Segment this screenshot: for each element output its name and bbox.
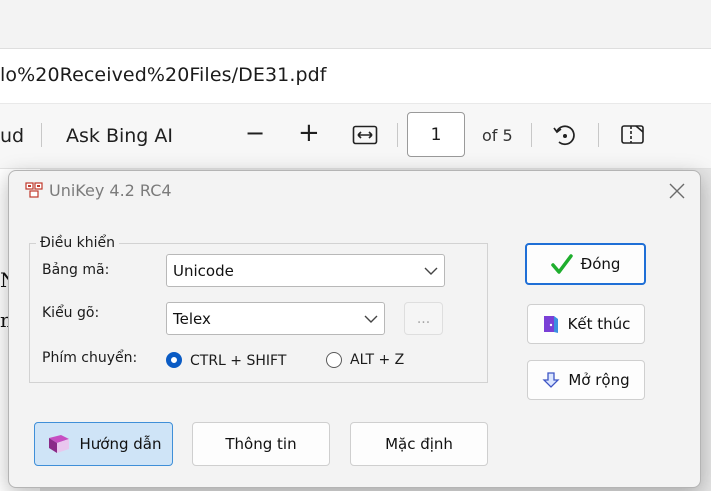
fit-width-icon[interactable] (352, 124, 378, 150)
input-method-label: Kiểu gõ: (42, 305, 100, 321)
page-total-label: of 5 (482, 126, 513, 145)
help-button[interactable]: Hướng dẫn (34, 422, 173, 466)
toolbar-divider (598, 123, 599, 147)
default-button[interactable]: Mặc định (350, 422, 488, 466)
info-label: Thông tin (225, 435, 297, 453)
unikey-app-icon (25, 182, 43, 198)
charset-select[interactable]: Unicode (166, 254, 445, 287)
more-options-button[interactable]: ... (404, 302, 443, 335)
ask-bing-button[interactable]: Ask Bing AI (66, 125, 173, 147)
chevron-down-icon (424, 267, 438, 275)
input-method-value: Telex (173, 309, 211, 328)
charset-label: Bảng mã: (42, 262, 110, 278)
checkmark-icon (550, 253, 573, 275)
info-button[interactable]: Thông tin (192, 422, 330, 466)
cloud-label[interactable]: ud (0, 125, 24, 147)
close-icon (669, 183, 685, 199)
zoom-out-button[interactable]: − (245, 119, 265, 147)
switch-key-label: Phím chuyển: (42, 350, 138, 366)
browser-tab-strip (0, 0, 711, 49)
radio-ctrl-shift[interactable] (166, 352, 182, 368)
help-label: Hướng dẫn (79, 435, 162, 453)
charset-value: Unicode (173, 261, 234, 280)
close-dialog-label: Đóng (580, 255, 621, 273)
radio-ctrl-shift-label[interactable]: CTRL + SHIFT (190, 353, 286, 369)
expand-button[interactable]: Mở rộng (527, 360, 645, 400)
default-label: Mặc định (385, 435, 453, 453)
input-method-select[interactable]: Telex (166, 302, 385, 335)
address-url-text[interactable]: lo%20Received%20Files/DE31.pdf (0, 64, 327, 86)
toolbar-divider (531, 123, 532, 147)
chevron-down-icon (364, 315, 378, 323)
page-number-input[interactable]: 1 (407, 112, 465, 157)
toolbar-divider (397, 123, 398, 147)
arrow-down-icon (542, 371, 560, 389)
rotate-icon[interactable] (551, 121, 579, 153)
exit-door-icon (542, 314, 560, 334)
dialog-title: UniKey 4.2 RC4 (49, 181, 172, 200)
toolbar-divider (41, 123, 42, 147)
group-label: Điều khiển (36, 235, 120, 251)
close-dialog-button[interactable]: Đóng (525, 243, 646, 285)
radio-alt-z[interactable] (326, 352, 342, 368)
page-view-icon[interactable] (620, 123, 646, 151)
radio-alt-z-label[interactable]: ALT + Z (350, 352, 404, 368)
exit-button[interactable]: Kết thúc (527, 304, 645, 344)
close-window-button[interactable] (664, 178, 690, 204)
expand-label: Mở rộng (568, 371, 630, 389)
book-icon (46, 433, 72, 455)
zoom-in-button[interactable]: + (298, 118, 320, 148)
exit-label: Kết thúc (567, 315, 631, 333)
